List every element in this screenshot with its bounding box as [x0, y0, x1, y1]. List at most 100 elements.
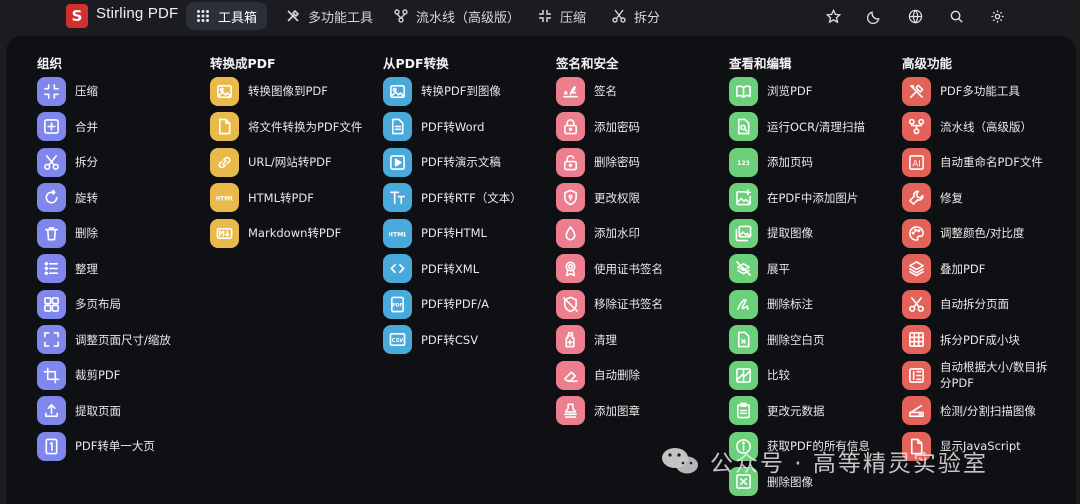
images-icon [729, 218, 758, 248]
tool-item[interactable]: Markdown转PDF [210, 218, 366, 248]
tool-item[interactable]: 调整页面尺寸/缩放 [37, 325, 193, 355]
tool-item[interactable]: 使用证书签名 [556, 254, 712, 284]
tool-item[interactable]: 展平 [729, 254, 885, 284]
file-icon [210, 112, 239, 141]
tool-label: 提取页面 [75, 403, 121, 418]
tool-label: 签名 [594, 84, 617, 98]
tool-item[interactable]: 叠加PDF [902, 254, 1058, 284]
tool-item[interactable]: 添加密码 [556, 112, 712, 142]
nav-pipeline[interactable]: 流水线（高级版） [384, 2, 530, 30]
tool-item[interactable]: PDF转Word [383, 112, 539, 142]
tool-item[interactable]: 添加水印 [556, 218, 712, 248]
nav-split-label: 拆分 [634, 10, 661, 26]
tool-item[interactable]: HTML HTML转PDF [210, 183, 366, 213]
nav-compress[interactable]: 压缩 [528, 2, 596, 30]
tool-item[interactable]: 添加图章 [556, 396, 712, 426]
tool-label: 裁剪PDF [75, 368, 121, 382]
tool-label: 删除密码 [594, 155, 640, 169]
tools-icon [287, 9, 300, 22]
tool-item[interactable]: PDF转单一大页 [37, 431, 193, 461]
tool-item[interactable]: PDF转XML [383, 254, 539, 284]
tool-item[interactable]: 合并 [37, 112, 193, 142]
tool-label: 自动拆分页面 [940, 297, 1009, 311]
tool-item[interactable]: 删除空白页 [729, 325, 885, 355]
star-icon[interactable] [823, 6, 843, 26]
tool-item[interactable]: PDF转RTF（文本） [383, 183, 539, 213]
tool-item[interactable]: 转换图像到PDF [210, 76, 366, 106]
tool-item[interactable]: 签名 [556, 76, 712, 106]
tool-item[interactable]: 将文件转换为PDF文件 [210, 112, 366, 142]
scissors-icon [37, 147, 66, 177]
tool-item[interactable]: AI 自动重命名PDF文件 [902, 147, 1058, 177]
tool-item[interactable]: 整理 [37, 254, 193, 284]
tool-label: 修复 [940, 190, 963, 205]
tool-item[interactable]: 转换PDF到图像 [383, 76, 539, 106]
tool-item[interactable]: 提取图像 [729, 218, 885, 248]
tool-item[interactable]: 移除证书签名 [556, 289, 712, 319]
add-image-icon [729, 183, 758, 212]
tool-item[interactable]: 比较 [729, 360, 885, 390]
svg-text:123: 123 [737, 159, 750, 166]
language-icon[interactable] [905, 6, 925, 26]
eraser-icon [556, 360, 585, 390]
tool-item[interactable]: 123 添加页码 [729, 147, 885, 177]
link-icon [210, 147, 239, 177]
tool-label: 浏览PDF [767, 84, 813, 98]
app-logo[interactable]: S [66, 4, 88, 28]
nav-split[interactable]: 拆分 [602, 2, 670, 30]
pdfa-icon: PDF [383, 289, 412, 319]
tool-item[interactable]: 清理 [556, 325, 712, 355]
tool-item[interactable]: PDF多功能工具 [902, 76, 1058, 106]
nav-multitool[interactable]: 多功能工具 [276, 2, 383, 30]
nav-toolbox-label: 工具箱 [218, 10, 258, 26]
tool-item[interactable]: 提取页面 [37, 396, 193, 426]
tool-label: URL/网站转PDF [248, 155, 332, 169]
tool-item[interactable]: 调整颜色/对比度 [902, 218, 1058, 248]
pipeline-icon [902, 112, 931, 141]
scissors-icon [902, 289, 931, 319]
tool-item[interactable]: 裁剪PDF [37, 360, 193, 390]
tool-item[interactable]: 自动删除 [556, 360, 712, 390]
tool-item[interactable]: 压缩 [37, 76, 193, 106]
compress-icon [37, 76, 66, 106]
search-icon[interactable] [946, 6, 966, 26]
tool-label: 展平 [767, 261, 790, 276]
tool-item[interactable]: 多页布局 [37, 289, 193, 319]
single-page-icon [37, 431, 66, 461]
tool-item[interactable]: 在PDF中添加图片 [729, 183, 885, 213]
resize-icon [37, 325, 66, 354]
scanner-icon [902, 396, 931, 425]
crop-icon [37, 360, 66, 390]
tool-item[interactable]: 检测/分割扫描图像 [902, 396, 1058, 426]
tool-label: 拆分 [75, 155, 98, 169]
merge-icon [37, 112, 66, 141]
tool-item[interactable]: 流水线（高级版） [902, 112, 1058, 142]
shield-off-icon [556, 289, 585, 319]
nav-toolbox[interactable]: 工具箱 [186, 2, 268, 30]
tool-label: 检测/分割扫描图像 [940, 403, 1036, 418]
tool-item[interactable]: 删除 [37, 218, 193, 248]
tool-item[interactable]: 拆分PDF成小块 [902, 325, 1058, 355]
tool-item[interactable]: 自动根据大小/数目拆分PDF [902, 360, 1058, 390]
tool-item[interactable]: PDF转演示文稿 [383, 147, 539, 177]
gear-icon[interactable] [987, 6, 1007, 26]
svg-text:HTML: HTML [216, 195, 233, 202]
tool-item[interactable]: HTML PDF转HTML [383, 218, 539, 248]
tool-item[interactable]: 更改权限 [556, 183, 712, 213]
tool-item[interactable]: CSV PDF转CSV [383, 325, 539, 355]
dark-mode-icon[interactable] [864, 6, 884, 26]
tool-item[interactable]: 运行OCR/清理扫描 [729, 112, 885, 142]
brand-name[interactable]: Stirling PDF [96, 5, 178, 22]
tool-item[interactable]: 删除密码 [556, 147, 712, 177]
tool-item[interactable]: 浏览PDF [729, 76, 885, 106]
svg-text:HTML: HTML [389, 231, 406, 238]
tool-item[interactable]: 自动拆分页面 [902, 289, 1058, 319]
tool-item[interactable]: PDF PDF转PDF/A [383, 289, 539, 319]
tool-item[interactable]: URL/网站转PDF [210, 147, 366, 177]
tool-item[interactable]: 更改元数据 [729, 396, 885, 426]
tool-item[interactable]: 拆分 [37, 147, 193, 177]
tool-item[interactable]: 旋转 [37, 183, 193, 213]
tool-item[interactable]: 删除标注 [729, 289, 885, 319]
tool-label: 删除空白页 [767, 332, 825, 347]
tool-item[interactable]: 修复 [902, 183, 1058, 213]
